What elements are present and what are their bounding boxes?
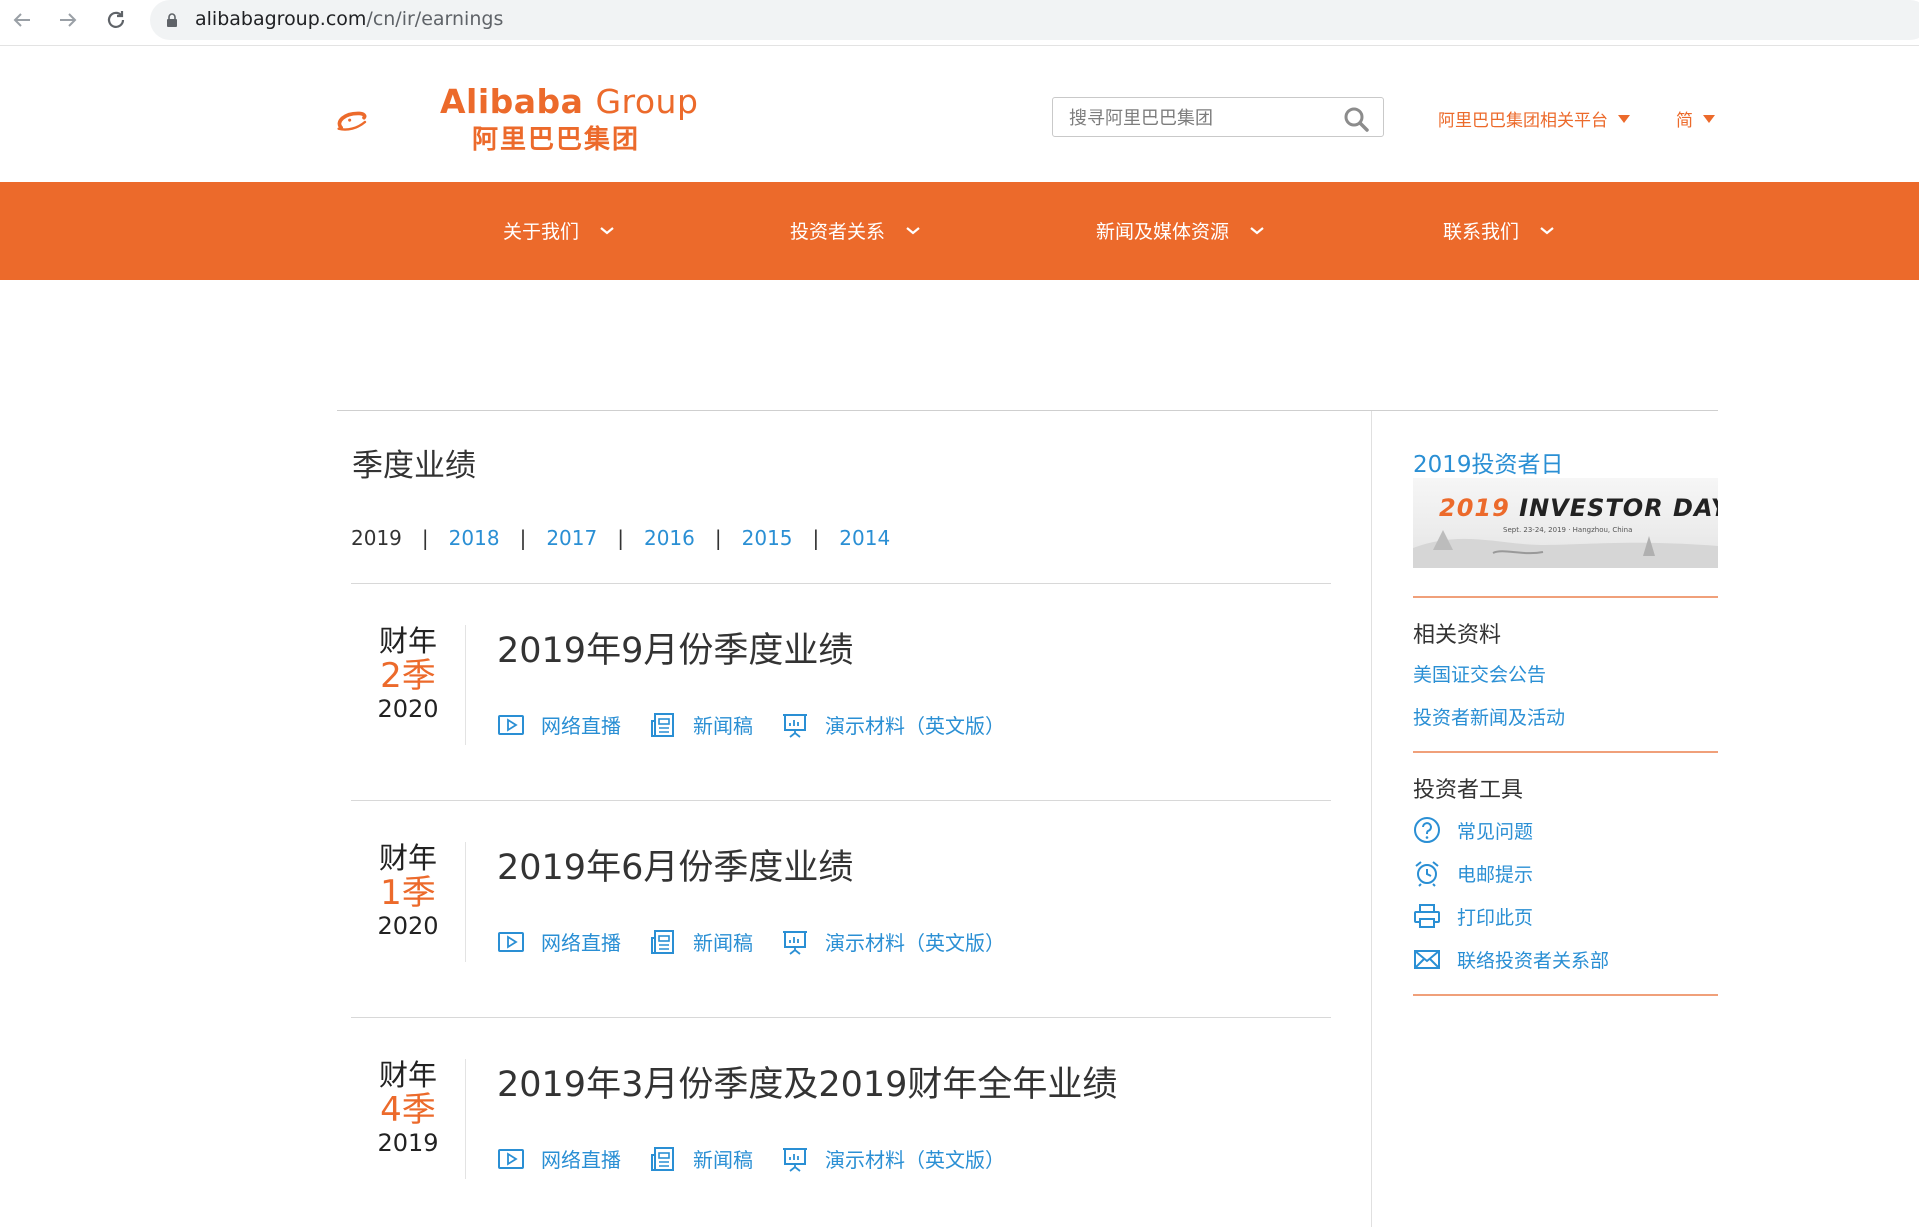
search-icon[interactable] [1343,106,1369,132]
logo-wordmark-en: Alibaba Group [440,82,699,121]
page-title: 季度业绩 [352,448,476,484]
nav-item-contact[interactable]: 联系我们 [1443,217,1555,244]
related-platforms-dropdown[interactable]: 阿里巴巴集团相关平台 [1438,106,1630,131]
row-divider [351,800,1331,801]
main-nav: 关于我们 投资者关系 新闻及媒体资源 联系我们 [0,182,1919,280]
language-dropdown[interactable]: 简 [1676,106,1715,131]
year-tab-2018[interactable]: 2018 [449,526,500,550]
result-links: 网络直播 新闻稿 演示材料（英文版） [497,1144,1033,1173]
press-release-link[interactable]: 新闻稿 [649,1144,753,1173]
webcast-link[interactable]: 网络直播 [497,1144,621,1173]
chevron-down-icon [600,226,614,234]
landscape-image-icon [1413,530,1718,568]
logo-wordmark-cn: 阿里巴巴集团 [472,125,641,155]
year-tab-2017[interactable]: 2017 [546,526,597,550]
row-divider [351,1017,1331,1018]
chevron-down-icon [906,226,920,234]
badge-divider [465,1059,466,1179]
content-top-divider [337,410,1718,411]
press-release-link[interactable]: 新闻稿 [649,927,753,956]
alarm-clock-icon [1415,861,1439,887]
play-icon [498,931,524,952]
caret-down-icon [1703,114,1715,123]
lock-icon [167,13,177,27]
sidebar-divider-line [1413,994,1718,996]
badge-divider [465,842,466,962]
newspaper-icon [651,1146,674,1171]
press-release-link[interactable]: 新闻稿 [649,710,753,739]
fiscal-quarter-badge: 财年 2季 2020 [377,624,439,724]
presentation-icon [783,1147,807,1172]
play-icon [498,1148,524,1169]
fiscal-quarter-badge: 财年 1季 2020 [377,841,439,941]
print-page-link[interactable]: 打印此页 [1413,902,1533,930]
nav-item-news-media[interactable]: 新闻及媒体资源 [1096,217,1265,244]
email-alerts-link[interactable]: 电邮提示 [1413,859,1533,887]
envelope-icon [1414,950,1440,969]
question-icon [1414,817,1440,843]
sidebar-divider-line [1413,596,1718,598]
play-icon [498,714,524,735]
sec-filings-link[interactable]: 美国证交会公告 [1413,660,1546,687]
year-tab-2014[interactable]: 2014 [839,526,890,550]
presentation-icon [783,713,807,738]
badge-divider [465,625,466,745]
result-links: 网络直播 新闻稿 演示材料（英文版） [497,710,1033,739]
year-tab-2016[interactable]: 2016 [644,526,695,550]
result-title[interactable]: 2019年6月份季度业绩 [497,839,853,890]
investor-day-banner[interactable]: 2019 INVESTOR DAY Sept. 23-24, 2019 · Ha… [1413,478,1718,568]
reload-icon[interactable] [102,6,130,34]
presentation-link[interactable]: 演示材料（英文版） [781,710,1005,739]
forward-arrow-icon[interactable] [54,6,82,34]
result-title[interactable]: 2019年9月份季度业绩 [497,622,853,673]
fiscal-quarter-badge: 财年 4季 2019 [377,1058,439,1158]
printer-icon [1414,904,1440,928]
presentation-icon [783,930,807,955]
chevron-down-icon [1250,226,1264,234]
year-filter: 2019 | 2018 | 2017 | 2016 | 2015 | 2014 [351,526,891,550]
result-title[interactable]: 2019年3月份季度及2019财年全年业绩 [497,1056,1117,1107]
investor-day-link[interactable]: 2019投资者日 [1413,445,1564,479]
newspaper-icon [651,929,674,954]
sidebar-divider [1371,411,1372,1227]
result-links: 网络直播 新闻稿 演示材料（英文版） [497,927,1033,956]
alibaba-logo-icon[interactable] [335,82,445,162]
faq-link[interactable]: 常见问题 [1413,816,1533,844]
site-search[interactable] [1052,97,1384,137]
webcast-link[interactable]: 网络直播 [497,710,621,739]
nav-item-investor-relations[interactable]: 投资者关系 [790,217,921,244]
webcast-link[interactable]: 网络直播 [497,927,621,956]
browser-toolbar: alibabagroup.com/cn/ir/earnings [0,0,1919,46]
contact-ir-link[interactable]: 联络投资者关系部 [1413,945,1609,973]
presentation-link[interactable]: 演示材料（英文版） [781,1144,1005,1173]
related-section-title: 相关资料 [1413,623,1502,648]
newspaper-icon [651,712,674,737]
nav-item-about[interactable]: 关于我们 [503,217,615,244]
sidebar-divider-line [1413,751,1718,753]
investor-news-link[interactable]: 投资者新闻及活动 [1413,703,1565,730]
address-bar[interactable]: alibabagroup.com/cn/ir/earnings [150,0,1919,40]
caret-down-icon [1618,114,1630,123]
presentation-link[interactable]: 演示材料（英文版） [781,927,1005,956]
back-arrow-icon[interactable] [8,6,36,34]
chevron-down-icon [1540,226,1554,234]
row-divider [351,583,1331,584]
tools-section-title: 投资者工具 [1413,778,1524,803]
banner-subline: Sept. 23-24, 2019 · Hangzhou, China [1503,526,1633,534]
url-text: alibabagroup.com/cn/ir/earnings [195,8,504,30]
banner-headline: 2019 INVESTOR DAY [1439,494,1718,522]
year-tab-2019[interactable]: 2019 [351,526,402,550]
year-tab-2015[interactable]: 2015 [742,526,793,550]
search-input[interactable] [1067,105,1331,131]
